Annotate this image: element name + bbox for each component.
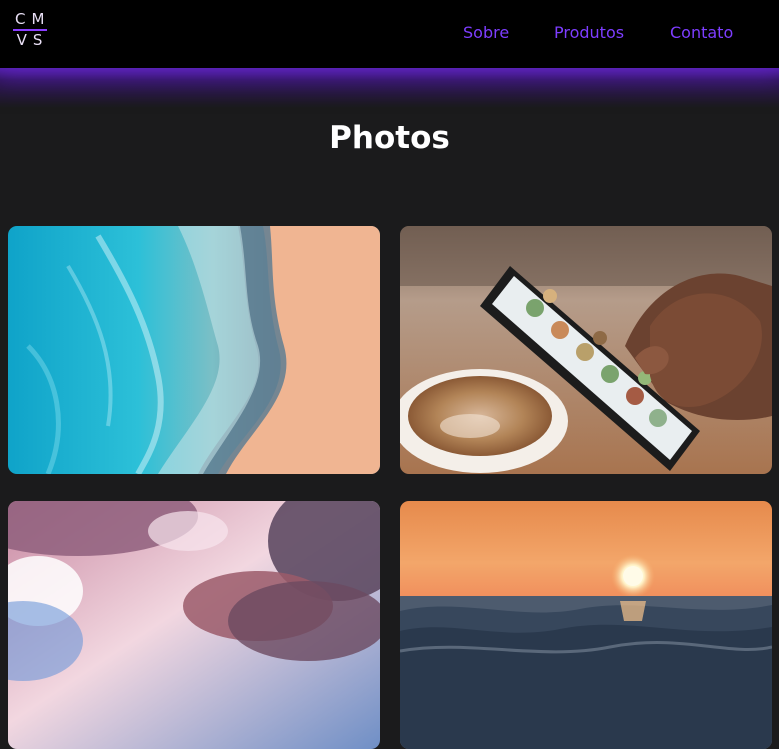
nav-link-produtos[interactable]: Produtos: [554, 23, 624, 42]
photo-beach-aerial[interactable]: [8, 226, 380, 474]
header-glow: [0, 68, 779, 108]
pink-clouds-image: [8, 501, 380, 749]
nav-link-contato[interactable]: Contato: [670, 23, 733, 42]
photo-sunset-sea[interactable]: [400, 501, 772, 749]
logo-line-1: CM: [15, 10, 51, 28]
beach-aerial-image: [8, 226, 380, 474]
top-navbar: CM VS Sobre Produtos Contato: [0, 0, 779, 68]
photo-pink-clouds[interactable]: [8, 501, 380, 749]
logo[interactable]: CM VS: [10, 10, 50, 54]
phone-coffee-image: [400, 226, 772, 474]
photo-phone-coffee[interactable]: [400, 226, 772, 474]
logo-line-2: VS: [16, 31, 49, 49]
sunset-sea-image: [400, 501, 772, 749]
page-title: Photos: [329, 120, 450, 156]
nav-link-sobre[interactable]: Sobre: [463, 23, 509, 42]
